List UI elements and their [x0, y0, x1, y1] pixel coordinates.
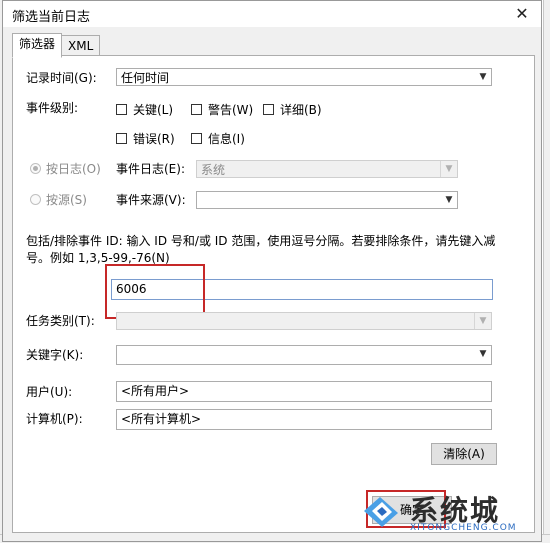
by-source-radio[interactable] [30, 194, 41, 205]
close-icon[interactable]: ✕ [509, 1, 535, 27]
event-sources-select[interactable]: ▼ [196, 191, 458, 209]
computer-input[interactable]: <所有计算机> [116, 409, 492, 430]
information-label: 信息(I) [208, 132, 245, 146]
user-value: <所有用户> [121, 384, 190, 398]
logged-value: 任何时间 [121, 71, 170, 85]
task-category-select[interactable]: ▼ [116, 312, 492, 330]
tab-filter[interactable]: 筛选器 [12, 33, 63, 58]
error-checkbox[interactable] [116, 133, 127, 144]
critical-checkbox[interactable] [116, 104, 127, 115]
warning-checkbox[interactable] [191, 104, 202, 115]
event-logs-label: 事件日志(E): [116, 162, 185, 176]
event-logs-select[interactable]: 系统 ▼ [196, 160, 458, 178]
watermark-logo-icon [364, 497, 398, 527]
watermark: 系统城 XITONGCHENG.COM [360, 491, 540, 533]
chevron-down-icon: ▼ [479, 72, 487, 82]
error-label: 错误(R) [133, 132, 175, 146]
keywords-select[interactable]: ▼ [116, 345, 492, 365]
chevron-down-icon: ▼ [479, 349, 487, 359]
critical-label: 关键(L) [133, 103, 174, 117]
user-label: 用户(U): [26, 385, 73, 399]
logged-label: 记录时间(G): [26, 71, 97, 85]
event-id-description: 包括/排除事件 ID: 输入 ID 号和/或 ID 范围，使用逗号分隔。若要排除… [26, 234, 496, 265]
background-window-right [543, 0, 550, 543]
task-category-label: 任务类别(T): [26, 314, 95, 328]
warning-label: 警告(W) [208, 103, 254, 117]
event-logs-value: 系统 [201, 163, 226, 177]
filter-current-log-dialog: 筛选当前日志 ✕ 筛选器 XML 记录时间(G): 任何时间 ▼ 事件级别: 关… [2, 0, 542, 542]
by-log-radio[interactable] [30, 163, 41, 174]
event-level-label: 事件级别: [26, 101, 79, 115]
chevron-down-icon: ▼ [474, 313, 491, 329]
user-input[interactable]: <所有用户> [116, 381, 492, 402]
tab-xml[interactable]: XML [61, 35, 101, 57]
verbose-label: 详细(B) [280, 103, 322, 117]
chevron-down-icon: ▼ [445, 195, 453, 205]
by-log-label: 按日志(O) [46, 162, 101, 176]
watermark-url: XITONGCHENG.COM [410, 523, 517, 533]
event-sources-label: 事件来源(V): [116, 193, 186, 207]
logged-select[interactable]: 任何时间 ▼ [116, 68, 492, 86]
title-bar: 筛选当前日志 ✕ [3, 1, 541, 27]
highlight-box-event-id [105, 264, 205, 319]
by-source-label: 按源(S) [46, 193, 87, 207]
filter-panel: 记录时间(G): 任何时间 ▼ 事件级别: 关键(L) 警告(W) 详细(B) … [12, 55, 535, 533]
computer-value: <所有计算机> [121, 412, 202, 426]
keywords-label: 关键字(K): [26, 348, 84, 362]
clear-button[interactable]: 清除(A) [431, 443, 497, 465]
chevron-down-icon: ▼ [440, 161, 457, 177]
dialog-title: 筛选当前日志 [12, 10, 91, 25]
computer-label: 计算机(P): [26, 412, 83, 426]
verbose-checkbox[interactable] [263, 104, 274, 115]
information-checkbox[interactable] [191, 133, 202, 144]
